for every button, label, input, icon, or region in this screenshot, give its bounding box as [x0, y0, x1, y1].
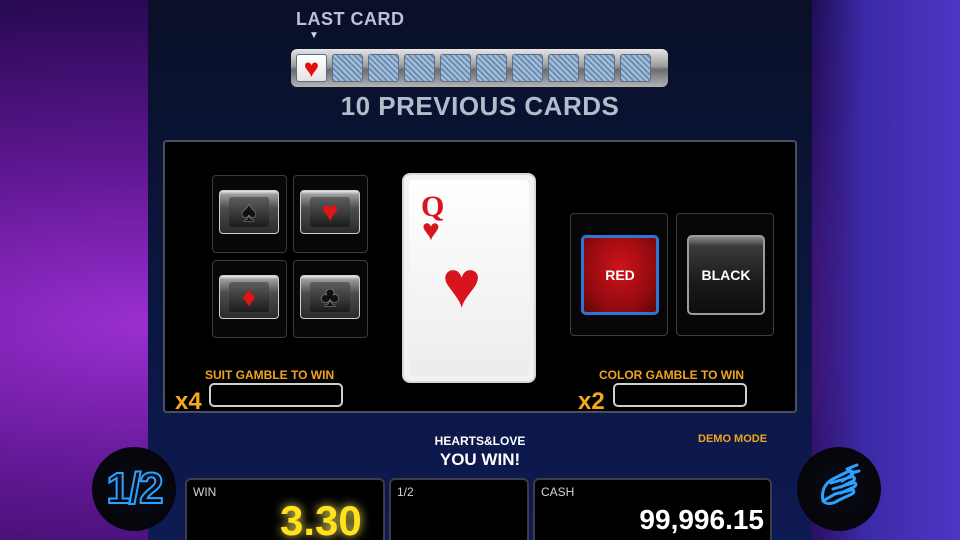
- win-value: 3.30: [280, 497, 362, 540]
- history-card-back: [584, 54, 615, 82]
- cash-label: CASH: [541, 485, 575, 499]
- diamond-icon: ♦: [229, 282, 269, 312]
- black-button[interactable]: BLACK: [687, 235, 765, 315]
- club-button[interactable]: ♣: [300, 275, 360, 319]
- win-box: WIN 3.30: [185, 478, 385, 540]
- heart-button[interactable]: ♥: [300, 190, 360, 234]
- suit-gamble-value-field: [209, 383, 343, 407]
- game-name: HEARTS&LOVE: [434, 434, 526, 448]
- diamond-button[interactable]: ♦: [219, 275, 279, 319]
- hand-icon: [821, 463, 861, 505]
- gamble-board: ♠ ♥ ♦ ♣ Q ♥ ♥ RED BLACK SUIT GAMBLE TO W…: [163, 140, 797, 415]
- card-heart-icon-small: ♥: [422, 214, 440, 247]
- suit-gamble-label: SUIT GAMBLE TO WIN: [205, 368, 335, 382]
- suit-cell-diamond: ♦: [212, 260, 287, 338]
- previous-cards-bar: ♥: [291, 49, 668, 87]
- history-card-last: ♥: [296, 54, 327, 82]
- cash-box: CASH 99,996.15: [533, 478, 772, 540]
- color-cell-red: RED: [570, 213, 668, 336]
- win-label: WIN: [193, 485, 217, 499]
- spade-button[interactable]: ♠: [219, 190, 279, 234]
- color-gamble-multiplier: x2: [578, 388, 605, 415]
- suit-cell-heart: ♥: [293, 175, 368, 253]
- history-card-back: [548, 54, 579, 82]
- half-box: 1/2: [389, 478, 529, 540]
- color-gamble-label: COLOR GAMBLE TO WIN: [599, 368, 745, 382]
- heart-icon: ♥: [310, 197, 350, 227]
- suit-cell-spade: ♠: [212, 175, 287, 253]
- demo-mode-label: DEMO MODE: [698, 433, 768, 445]
- result-message: YOU WIN!: [439, 450, 521, 469]
- cash-value: 99,996.15: [639, 504, 764, 535]
- history-card-back: [512, 54, 543, 82]
- half-label: 1/2: [397, 485, 414, 499]
- history-card-back: [440, 54, 471, 82]
- spade-icon: ♠: [229, 197, 269, 227]
- color-gamble-value-field: [613, 383, 747, 407]
- half-gamble-label: 1/2: [105, 463, 164, 514]
- collect-button[interactable]: [797, 447, 881, 531]
- suit-cell-club: ♣: [293, 260, 368, 338]
- last-card-label: LAST CARD: [296, 9, 405, 29]
- previous-cards-label: 10 PREVIOUS CARDS: [340, 91, 620, 121]
- arrow-down-icon: ▼: [309, 30, 319, 41]
- color-cell-black: BLACK: [676, 213, 774, 336]
- club-icon: ♣: [310, 282, 350, 312]
- history-card-back: [620, 54, 651, 82]
- history-card-back: [332, 54, 363, 82]
- history-card-back: [368, 54, 399, 82]
- suit-gamble-multiplier: x4: [175, 388, 202, 415]
- history-card-back: [404, 54, 435, 82]
- red-button[interactable]: RED: [581, 235, 659, 315]
- card-heart-icon-large: ♥: [442, 247, 482, 321]
- heart-icon: ♥: [303, 53, 320, 83]
- half-gamble-button[interactable]: 1/2: [92, 447, 176, 531]
- current-card: Q ♥ ♥: [402, 173, 536, 383]
- history-card-back: [476, 54, 507, 82]
